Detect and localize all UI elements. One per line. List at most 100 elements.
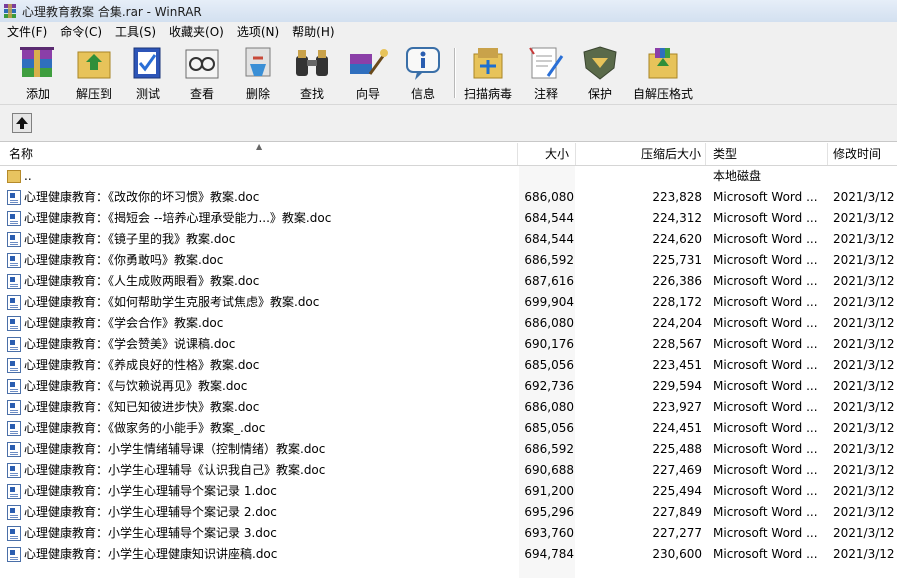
file-type: Microsoft Word ...: [713, 547, 818, 561]
file-row[interactable]: 心理健康教育：《与饮赖说再见》教案.doc 692,736 229,594 Micro…: [0, 376, 897, 397]
info-button[interactable]: 信息: [401, 44, 445, 102]
file-row[interactable]: 心理健康教育：小学生心理辅导个案记录 3.doc 693,760 227,277 Mi…: [0, 523, 897, 544]
file-row[interactable]: 心理健康教育：小学生心理辅导《认识我自己》教案.doc 690,688 227,46…: [0, 460, 897, 481]
file-modified: 2021/3/12: [833, 526, 895, 540]
virus-scan-button[interactable]: 扫描病毒: [462, 44, 514, 102]
file-size: 684,544: [524, 232, 574, 246]
file-name: 心理健康教育：《学会赞美》说课稿.doc: [24, 337, 236, 351]
up-folder-button[interactable]: [12, 113, 32, 133]
file-row[interactable]: 心理健康教育：《揭短会 --培养心理承受能力...》教案.doc 684,544 2…: [0, 208, 897, 229]
word-document-icon: [7, 211, 21, 226]
info-label: 信息: [410, 87, 435, 101]
delete-label: 删除: [245, 87, 270, 101]
file-row[interactable]: 心理健康教育：《养成良好的性格》教案.doc 685,056 223,451 Micr…: [0, 355, 897, 376]
add-button[interactable]: 添加: [16, 44, 60, 102]
file-row[interactable]: 心理健康教育：《学会赞美》说课稿.doc 690,176 228,567 Micros…: [0, 334, 897, 355]
menu-help[interactable]: 帮助(H): [285, 22, 340, 42]
file-type: Microsoft Word ...: [713, 274, 818, 288]
word-document-icon: [7, 253, 21, 268]
file-row[interactable]: 心理健康教育：小学生心理健康知识讲座稿.doc 694,784 230,600 Mic…: [0, 544, 897, 565]
file-size: 694,784: [524, 547, 574, 561]
parent-folder-row[interactable]: .. 本地磁盘: [0, 166, 897, 187]
menu-favorites[interactable]: 收藏夹(O): [162, 22, 230, 42]
file-row[interactable]: 心理健康教育：《你勇敢吗》教案.doc 686,592 225,731 Microso…: [0, 250, 897, 271]
virus-scan-label: 扫描病毒: [463, 87, 512, 101]
file-modified: 2021/3/12: [833, 274, 895, 288]
title-bar: 心理教育教案 合集.rar - WinRAR: [0, 0, 897, 23]
sfx-button[interactable]: 自解压格式: [632, 44, 694, 102]
file-modified: 2021/3/12: [833, 358, 895, 372]
add-icon: [16, 44, 60, 82]
file-row[interactable]: 心理健康教育：《如何帮助学生克服考试焦虑》教案.doc 699,904 228,17…: [0, 292, 897, 313]
file-size: 686,080: [524, 316, 574, 330]
file-modified: 2021/3/12: [833, 316, 895, 330]
word-document-icon: [7, 484, 21, 499]
column-type[interactable]: 类型: [706, 143, 828, 165]
file-type: Microsoft Word ...: [713, 400, 818, 414]
word-document-icon: [7, 232, 21, 247]
extract-to-label: 解压到: [75, 87, 112, 101]
file-row[interactable]: 心理健康教育：小学生情绪辅导课（控制情绪）教案.doc 686,592 225,48…: [0, 439, 897, 460]
file-name: 心理健康教育：《镜子里的我》教案.doc: [24, 232, 236, 246]
file-row[interactable]: 心理健康教育：《做家务的小能手》教案_.doc 685,056 224,451 Mic…: [0, 418, 897, 439]
find-icon: [290, 44, 334, 82]
word-document-icon: [7, 505, 21, 520]
file-name: 心理健康教育：小学生心理辅导个案记录 1.doc: [24, 484, 277, 498]
menu-tools[interactable]: 工具(S): [108, 22, 162, 42]
file-size: 685,056: [524, 421, 574, 435]
file-name: 心理健康教育：《知已知彼进步快》教案.doc: [24, 400, 260, 414]
file-type: 本地磁盘: [713, 169, 762, 183]
file-modified: 2021/3/12: [833, 400, 895, 414]
file-name: ..: [24, 169, 32, 183]
column-size[interactable]: 大小: [518, 143, 576, 165]
file-type: Microsoft Word ...: [713, 295, 818, 309]
menu-file[interactable]: 文件(F): [0, 22, 53, 42]
column-packed[interactable]: 压缩后大小: [576, 143, 706, 165]
file-modified: 2021/3/12: [833, 337, 895, 351]
file-size: 686,080: [524, 190, 574, 204]
file-packed-size: 224,204: [652, 316, 702, 330]
file-size: 687,616: [524, 274, 574, 288]
find-button[interactable]: 查找: [290, 44, 334, 102]
file-modified: 2021/3/12: [833, 484, 895, 498]
protect-button[interactable]: 保护: [578, 44, 622, 102]
word-document-icon: [7, 526, 21, 541]
test-label: 测试: [135, 87, 160, 101]
view-button[interactable]: 查看: [180, 44, 224, 102]
file-packed-size: 227,469: [652, 463, 702, 477]
wizard-button[interactable]: 向导: [346, 44, 390, 102]
file-row[interactable]: 心理健康教育：小学生心理辅导个案记录 2.doc 695,296 227,849 Mi…: [0, 502, 897, 523]
menu-options[interactable]: 选项(N): [230, 22, 285, 42]
file-name: 心理健康教育：《养成良好的性格》教案.doc: [24, 358, 260, 372]
file-packed-size: 227,849: [652, 505, 702, 519]
menu-commands[interactable]: 命令(C): [53, 22, 108, 42]
file-row[interactable]: 心理健康教育：小学生心理辅导个案记录 1.doc 691,200 225,494 Mi…: [0, 481, 897, 502]
file-size: 690,176: [524, 337, 574, 351]
delete-button[interactable]: 删除: [236, 44, 280, 102]
view-icon: [180, 44, 224, 82]
word-document-icon: [7, 547, 21, 562]
file-row[interactable]: 心理健康教育：《知已知彼进步快》教案.doc 686,080 223,927 Micr…: [0, 397, 897, 418]
file-row[interactable]: 心理健康教育：《改改你的坏习惯》教案.doc 686,080 223,828 Micr…: [0, 187, 897, 208]
file-name: 心理健康教育：《做家务的小能手》教案_.doc: [24, 421, 266, 435]
extract-to-button[interactable]: 解压到: [70, 44, 118, 102]
column-size-label: 大小: [544, 147, 569, 161]
column-modified[interactable]: 修改时间: [828, 143, 897, 165]
file-packed-size: 223,927: [652, 400, 702, 414]
column-header: 名称 ▲ 大小 压缩后大小 类型 修改时间: [0, 143, 897, 166]
file-type: Microsoft Word ...: [713, 253, 818, 267]
file-type: Microsoft Word ...: [713, 379, 818, 393]
test-button[interactable]: 测试: [126, 44, 170, 102]
file-name: 心理健康教育：《揭短会 --培养心理承受能力...》教案.doc: [24, 211, 332, 225]
file-packed-size: 224,620: [652, 232, 702, 246]
comment-button[interactable]: 注释: [524, 44, 568, 102]
column-modified-label: 修改时间: [833, 147, 882, 161]
column-name[interactable]: 名称 ▲: [0, 143, 518, 165]
file-row[interactable]: 心理健康教育：《学会合作》教案.doc 686,080 224,204 Microso…: [0, 313, 897, 334]
file-list: .. 本地磁盘 心理健康教育：《改改你的坏习惯》教案.doc 686,080 223…: [0, 166, 897, 578]
file-name: 心理健康教育：小学生心理辅导《认识我自己》教案.doc: [24, 463, 326, 477]
file-type: Microsoft Word ...: [713, 211, 818, 225]
word-document-icon: [7, 379, 21, 394]
file-row[interactable]: 心理健康教育：《人生成败两眼看》教案.doc 687,616 226,386 Micr…: [0, 271, 897, 292]
file-row[interactable]: 心理健康教育：《镜子里的我》教案.doc 684,544 224,620 Micros…: [0, 229, 897, 250]
